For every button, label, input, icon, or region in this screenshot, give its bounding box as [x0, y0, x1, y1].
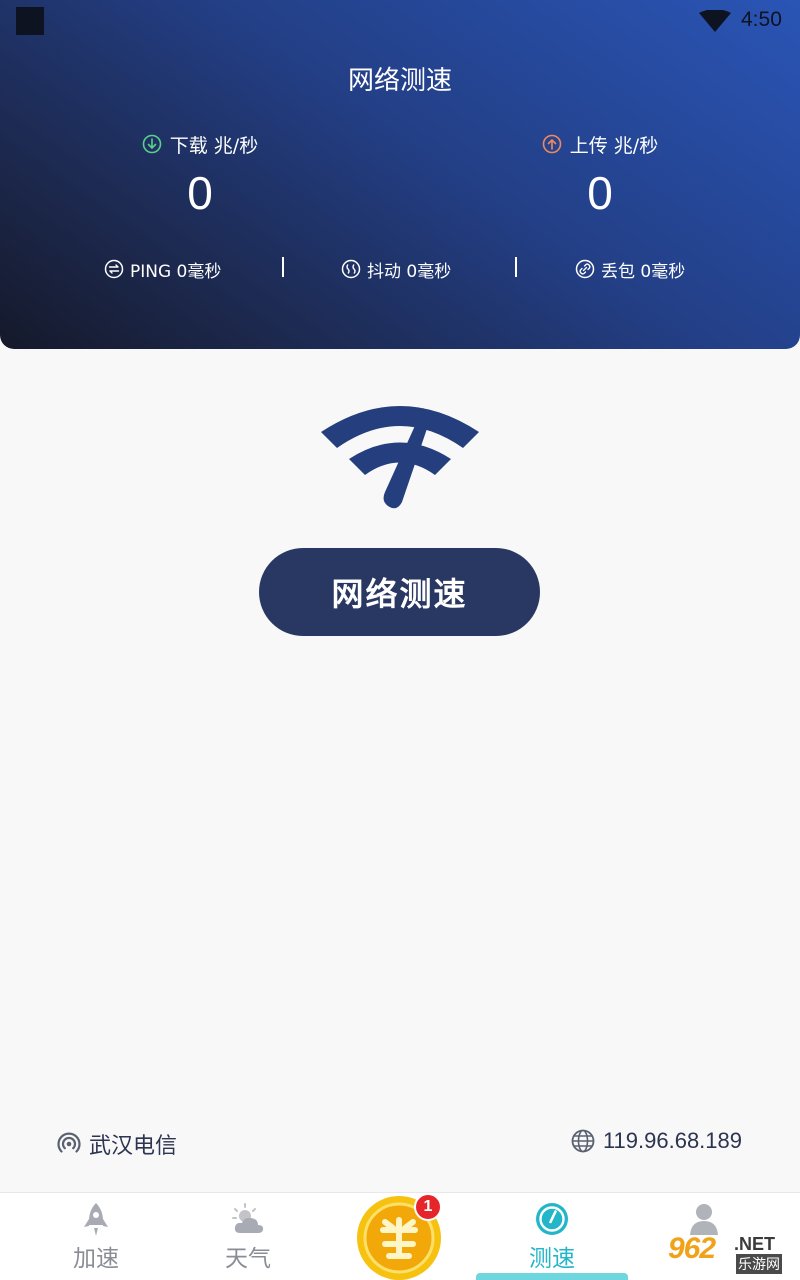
watermark-suffix: .NET	[734, 1234, 776, 1254]
start-speed-test-button[interactable]: 网络测速	[259, 548, 540, 636]
divider	[515, 257, 517, 277]
status-bar: 4:50	[0, 0, 800, 44]
app-square-icon	[16, 7, 44, 35]
weather-icon	[232, 1203, 264, 1233]
speedometer-icon	[536, 1203, 568, 1235]
upload-value: 0	[587, 167, 613, 219]
ping-icon	[104, 259, 124, 279]
stats-row: PING 0毫秒 抖动 0毫秒 丢包 0毫秒	[0, 255, 800, 283]
ping-stat: PING 0毫秒	[104, 255, 221, 283]
ip-address: 119.96.68.189	[602, 1128, 742, 1153]
jitter-stat: 抖动 0毫秒	[341, 255, 451, 283]
nav-label-accelerate: 加速	[73, 1246, 119, 1272]
download-arrow-icon	[142, 134, 162, 154]
watermark-number: 962	[668, 1232, 716, 1265]
rocket-icon	[84, 1203, 108, 1236]
active-tab-indicator	[476, 1273, 628, 1280]
nav-item-accelerate[interactable]: 加速	[36, 1193, 156, 1280]
upload-arrow-icon	[542, 134, 562, 154]
ip-info: 119.96.68.189	[571, 1128, 742, 1154]
page-title: 网络测速	[347, 66, 452, 96]
ping-label: PING 0毫秒	[130, 261, 222, 282]
header: 4:50 网络测速 下载 兆/秒 0 上传 兆/秒 0 PING 0毫秒 抖动 …	[0, 0, 800, 349]
packet-loss-stat: 丢包 0毫秒	[575, 255, 685, 283]
isp-info: 武汉电信	[56, 1128, 177, 1160]
nav-item-speed-test[interactable]: 测速	[492, 1193, 612, 1280]
wifi-icon	[699, 10, 731, 32]
isp-name: 武汉电信	[89, 1134, 178, 1159]
nav-item-weather[interactable]: 天气	[188, 1193, 308, 1280]
divider	[282, 257, 284, 277]
signal-icon	[57, 1132, 81, 1153]
upload-metric: 上传 兆/秒 0	[480, 131, 720, 221]
speed-gauge-icon	[321, 406, 479, 509]
watermark-logo: 962 .NET 乐游网	[664, 1232, 794, 1276]
link-icon	[575, 259, 595, 279]
nav-label-speed-test: 测速	[529, 1246, 575, 1272]
jitter-icon	[341, 259, 361, 279]
upload-label: 上传 兆/秒	[569, 134, 659, 157]
nav-label-weather: 天气	[225, 1246, 271, 1272]
globe-icon	[571, 1129, 595, 1153]
download-value: 0	[187, 167, 213, 219]
reward-badge: 1	[414, 1193, 442, 1221]
download-metric: 下载 兆/秒 0	[80, 131, 320, 221]
download-label: 下载 兆/秒	[169, 134, 259, 157]
packet-loss-label: 丢包 0毫秒	[601, 261, 686, 282]
watermark-cn: 乐游网	[736, 1254, 782, 1274]
status-time: 4:50	[741, 8, 782, 31]
jitter-label: 抖动 0毫秒	[367, 261, 452, 282]
